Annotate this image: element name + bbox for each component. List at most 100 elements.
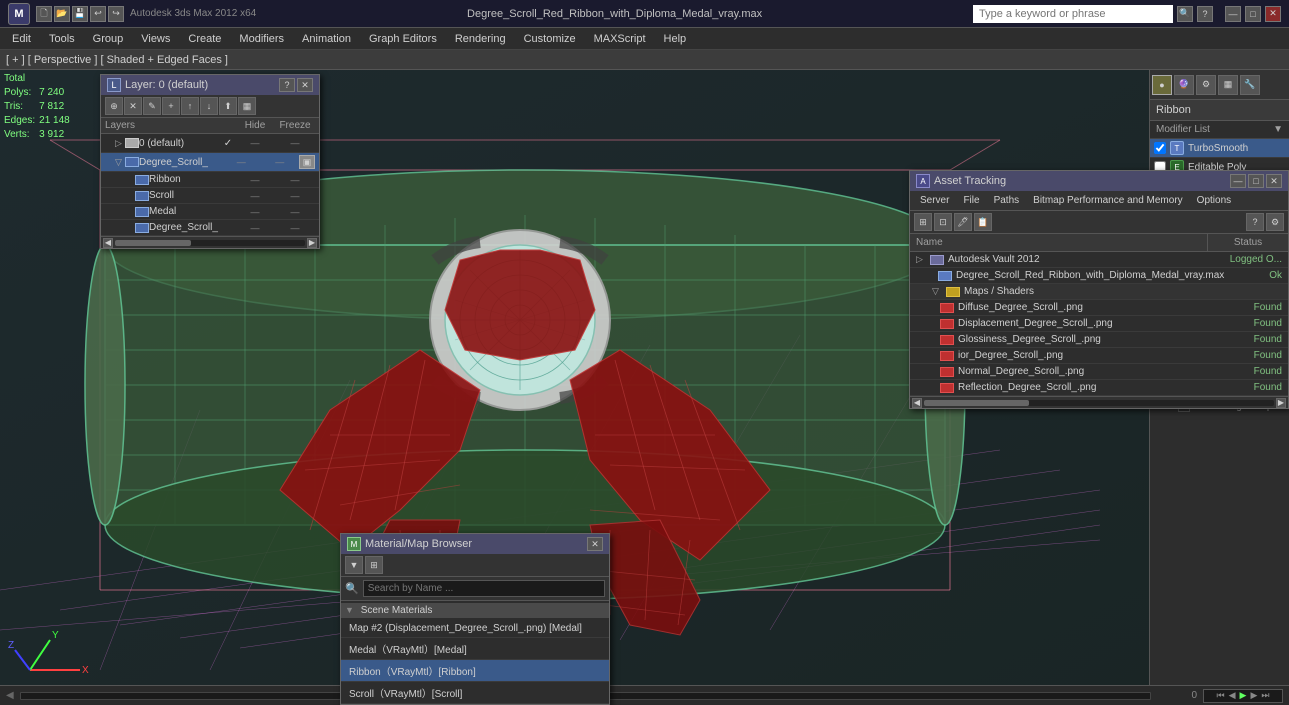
new-button[interactable]: 🗋 — [36, 6, 52, 22]
at-menu-file[interactable]: File — [957, 193, 985, 208]
at-tool-1[interactable]: ⊞ — [914, 213, 932, 231]
redo-button[interactable]: ↪ — [108, 6, 124, 22]
minimize-button[interactable]: — — [1225, 6, 1241, 22]
at-close-button[interactable]: ✕ — [1266, 174, 1282, 188]
layer-check-default[interactable]: ✓ — [221, 136, 235, 150]
at-tool-3[interactable]: 🖊 — [954, 213, 972, 231]
menu-animation[interactable]: Animation — [294, 31, 359, 47]
layers-help-button[interactable]: ? — [279, 78, 295, 92]
at-menu-bitmap[interactable]: Bitmap Performance and Memory — [1027, 193, 1189, 208]
menu-create[interactable]: Create — [180, 31, 229, 47]
at-row-maps-group[interactable]: ▽ Maps / Shaders — [910, 284, 1288, 300]
layer-tool-1[interactable]: ⊕ — [105, 97, 123, 115]
play-first-button[interactable]: ⏮ — [1217, 690, 1225, 701]
at-row-displacement[interactable]: Displacement_Degree_Scroll_.png Found — [910, 316, 1288, 332]
modifier-list-dropdown[interactable]: ▼ — [1273, 124, 1283, 135]
scroll-thumb[interactable] — [115, 240, 191, 246]
menu-maxscript[interactable]: MAXScript — [586, 31, 654, 47]
layer-row-ribbon[interactable]: Ribbon — — — [101, 172, 319, 188]
play-next-button[interactable]: ▶ — [1250, 690, 1257, 701]
at-menu-options[interactable]: Options — [1191, 193, 1237, 208]
search-button[interactable]: 🔍 — [1177, 6, 1193, 22]
layer-row-degree-scroll2[interactable]: Degree_Scroll_ — — — [101, 220, 319, 236]
menu-graph-editors[interactable]: Graph Editors — [361, 31, 445, 47]
at-minimize-button[interactable]: — — [1230, 174, 1246, 188]
at-row-glossiness[interactable]: Glossiness_Degree_Scroll_.png Found — [910, 332, 1288, 348]
rtool-2[interactable]: 🔮 — [1174, 75, 1194, 95]
at-scroll-thumb[interactable] — [924, 400, 1029, 406]
layers-close-button[interactable]: ✕ — [297, 78, 313, 92]
menu-tools[interactable]: Tools — [41, 31, 83, 47]
mat-tool-1[interactable]: ▼ — [345, 556, 363, 574]
save-button[interactable]: 💾 — [72, 6, 88, 22]
at-row-diffuse[interactable]: Diffuse_Degree_Scroll_.png Found — [910, 300, 1288, 316]
rtool-4[interactable]: ▦ — [1218, 75, 1238, 95]
layers-scrollbar[interactable]: ◀ ▶ — [101, 236, 319, 248]
menu-customize[interactable]: Customize — [516, 31, 584, 47]
at-settings-button[interactable]: ⚙ — [1266, 213, 1284, 231]
scroll-track[interactable] — [115, 240, 305, 246]
layer-tool-5[interactable]: ↑ — [181, 97, 199, 115]
at-row-ior[interactable]: ior_Degree_Scroll_.png Found — [910, 348, 1288, 364]
playback-controls[interactable]: ⏮ ◀ ▶ ▶ ⏭ — [1203, 689, 1283, 703]
layer-row-scroll[interactable]: Scroll — — — [101, 188, 319, 204]
at-row-normal[interactable]: Normal_Degree_Scroll_.png Found — [910, 364, 1288, 380]
at-scroll-right[interactable]: ▶ — [1276, 398, 1286, 408]
layer-tool-7[interactable]: ⬆ — [219, 97, 237, 115]
scroll-left-arrow[interactable]: ◀ — [103, 238, 113, 248]
at-tool-4[interactable]: 📋 — [974, 213, 992, 231]
material-browser-titlebar[interactable]: M Material/Map Browser ✕ — [341, 534, 609, 554]
rtool-1[interactable]: ● — [1152, 75, 1172, 95]
at-scroll-track[interactable] — [924, 400, 1274, 406]
layer-expand-default[interactable]: ▷ — [115, 138, 125, 149]
menu-edit[interactable]: Edit — [4, 31, 39, 47]
layers-dialog-titlebar[interactable]: L Layer: 0 (default) ? ✕ — [101, 75, 319, 95]
menu-rendering[interactable]: Rendering — [447, 31, 514, 47]
play-last-button[interactable]: ⏭ — [1261, 690, 1269, 701]
at-tool-2[interactable]: ⊡ — [934, 213, 952, 231]
open-button[interactable]: 📂 — [54, 6, 70, 22]
maximize-button[interactable]: □ — [1245, 6, 1261, 22]
at-row-vault[interactable]: ▷ Autodesk Vault 2012 Logged O... — [910, 252, 1288, 268]
at-help-button[interactable]: ? — [1246, 213, 1264, 231]
mat-item-scroll[interactable]: Scroll（VRayMtl）[Scroll] — [341, 682, 609, 704]
at-scroll-left[interactable]: ◀ — [912, 398, 922, 408]
menu-help[interactable]: Help — [656, 31, 695, 47]
mat-browser-close-button[interactable]: ✕ — [587, 537, 603, 551]
mat-tool-2[interactable]: ⊞ — [365, 556, 383, 574]
material-search-input[interactable] — [363, 580, 605, 597]
layer-tool-8[interactable]: ▦ — [238, 97, 256, 115]
undo-button[interactable]: ↩ — [90, 6, 106, 22]
menu-views[interactable]: Views — [133, 31, 178, 47]
rtool-3[interactable]: ⚙ — [1196, 75, 1216, 95]
layer-tool-3[interactable]: ✎ — [143, 97, 161, 115]
layer-expand-degree[interactable]: ▽ — [115, 157, 125, 168]
at-row-file[interactable]: Degree_Scroll_Red_Ribbon_with_Diploma_Me… — [910, 268, 1288, 284]
scroll-right-arrow[interactable]: ▶ — [307, 238, 317, 248]
mat-item-displacement[interactable]: Map #2 (Displacement_Degree_Scroll_.png)… — [341, 620, 609, 638]
search-input[interactable] — [973, 5, 1173, 23]
rtool-5[interactable]: 🔧 — [1240, 75, 1260, 95]
asset-tracking-scrollbar[interactable]: ◀ ▶ — [910, 396, 1288, 408]
modifier-turbosmooth-checkbox[interactable] — [1154, 142, 1166, 154]
layer-tool-2[interactable]: ✕ — [124, 97, 142, 115]
menu-modifiers[interactable]: Modifiers — [231, 31, 292, 47]
modifier-turbosmooth[interactable]: T TurboSmooth — [1150, 139, 1289, 158]
layer-tool-4[interactable]: + — [162, 97, 180, 115]
at-menu-paths[interactable]: Paths — [988, 193, 1026, 208]
layer-check-degree[interactable] — [208, 155, 222, 169]
play-button[interactable]: ▶ — [1240, 690, 1247, 701]
help-button[interactable]: ? — [1197, 6, 1213, 22]
layer-row-medal[interactable]: Medal — — — [101, 204, 319, 220]
layer-tool-6[interactable]: ↓ — [200, 97, 218, 115]
asset-tracking-titlebar[interactable]: A Asset Tracking — □ ✕ — [910, 171, 1288, 191]
at-menu-server[interactable]: Server — [914, 193, 955, 208]
mat-item-ribbon[interactable]: Ribbon（VRayMtl）[Ribbon] — [341, 660, 609, 682]
menu-group[interactable]: Group — [85, 31, 132, 47]
at-row-reflection[interactable]: Reflection_Degree_Scroll_.png Found — [910, 380, 1288, 396]
layer-row-default[interactable]: ▷ 0 (default) ✓ — — — [101, 134, 319, 153]
mat-item-medal[interactable]: Medal（VRayMtl）[Medal] — [341, 638, 609, 660]
layer-row-degree-scroll[interactable]: ▽ Degree_Scroll_ — — ▣ — [101, 153, 319, 172]
close-button[interactable]: ✕ — [1265, 6, 1281, 22]
play-prev-button[interactable]: ◀ — [1229, 690, 1236, 701]
